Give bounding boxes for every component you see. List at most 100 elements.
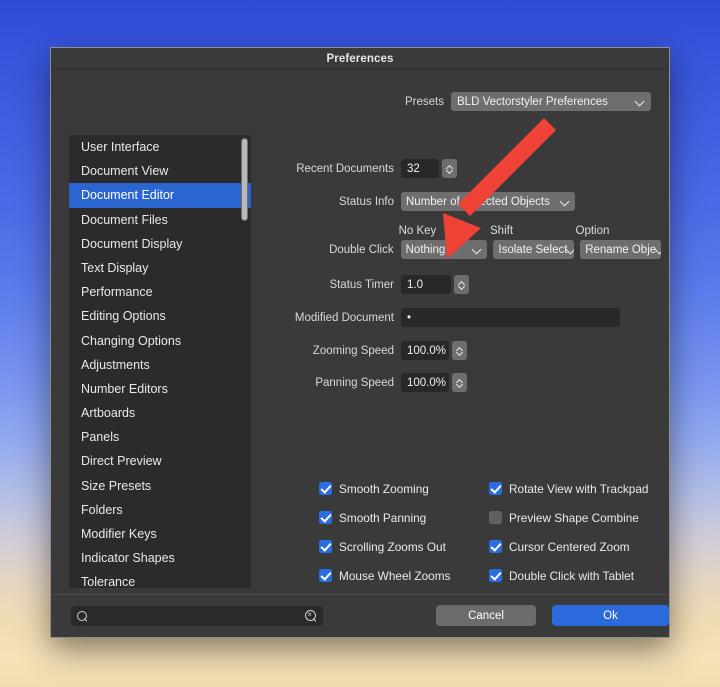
checkbox-cursor-centered-zoom[interactable]: Cursor Centered Zoom (489, 532, 659, 561)
checkbox-box[interactable] (489, 482, 502, 495)
sidebar-item-indicator-shapes[interactable]: Indicator Shapes (69, 546, 251, 570)
sidebar-item-size-presets[interactable]: Size Presets (69, 474, 251, 498)
search-icon (77, 610, 88, 622)
zooming-speed-value: 100.0% (407, 344, 447, 357)
status-info-label: Status Info (339, 195, 394, 208)
preferences-dialog: Preferences Presets BLD Vectorstyler Pre… (50, 47, 670, 638)
checkbox-double-click-with-tablet[interactable]: Double Click with Tablet (489, 561, 659, 590)
sidebar-item-changing-options[interactable]: Changing Options (69, 329, 251, 353)
double-click-shift-dropdown[interactable]: Isolate Select (493, 240, 575, 259)
checkbox-box[interactable] (319, 482, 332, 495)
checkbox-box[interactable] (489, 540, 502, 553)
sidebar-item-document-view[interactable]: Document View (69, 159, 251, 183)
checkbox-smooth-zooming[interactable]: Smooth Zooming (319, 474, 489, 503)
checkbox-rotate-view-with-trackpad[interactable]: Rotate View with Trackpad (489, 474, 659, 503)
double-click-row: Double Click Nothing Isolate Select Rena… (261, 240, 661, 259)
chevron-down-icon[interactable] (457, 351, 463, 355)
column-header-no-key: No Key (398, 225, 437, 237)
panning-speed-label: Panning Speed (315, 376, 394, 389)
checkbox-box[interactable] (489, 569, 502, 582)
status-timer-input[interactable]: 1.0 (401, 275, 451, 294)
sidebar-item-adjustments[interactable]: Adjustments (69, 353, 251, 377)
status-info-row: Status Info Number of Selected Objects (261, 192, 661, 211)
sidebar-item-modifier-keys[interactable]: Modifier Keys (69, 522, 251, 546)
double-click-no-key-value: Nothing (405, 243, 446, 256)
checkbox-label: Rotate View with Trackpad (509, 481, 649, 496)
checkbox-label: Double Click with Tablet (509, 568, 635, 583)
modified-document-row: Modified Document • (261, 308, 661, 327)
recent-documents-value: 32 (407, 162, 420, 175)
chevron-down-icon (636, 97, 645, 106)
column-header-option: Option (575, 225, 610, 237)
chevron-down-icon (473, 245, 482, 254)
checkbox-scrolling-zooms-out[interactable]: Scrolling Zooms Out (319, 532, 489, 561)
sidebar-item-performance[interactable]: Performance (69, 280, 251, 304)
modified-document-input[interactable]: • (401, 308, 620, 327)
checkbox-box[interactable] (319, 569, 332, 582)
double-click-label: Double Click (329, 243, 394, 256)
double-click-option-dropdown[interactable]: Rename Obje (580, 240, 661, 259)
checkbox-label: Smooth Panning (339, 510, 427, 525)
zooming-speed-input[interactable]: 100.0% (401, 341, 449, 360)
status-timer-stepper[interactable] (454, 275, 469, 294)
chevron-down-icon (567, 245, 574, 254)
zooming-speed-stepper[interactable] (452, 341, 467, 360)
status-timer-row: Status Timer 1.0 (261, 275, 661, 294)
status-info-value: Number of Selected Objects (406, 195, 550, 208)
preferences-category-list[interactable]: User Interface Document View Document Ed… (69, 135, 251, 588)
chevron-down-icon (561, 197, 570, 206)
checkbox-box[interactable] (489, 511, 502, 524)
modified-document-label: Modified Document (294, 311, 394, 324)
double-click-option-value: Rename Obje (585, 243, 657, 256)
sidebar-item-user-interface[interactable]: User Interface (69, 135, 251, 159)
sidebar-item-direct-preview[interactable]: Direct Preview (69, 449, 251, 473)
dialog-footer: × Cancel Ok (51, 594, 669, 637)
status-timer-value: 1.0 (407, 278, 423, 291)
double-click-shift-value: Isolate Select (498, 243, 568, 256)
checkbox-preview-shape-combine[interactable]: Preview Shape Combine (489, 503, 659, 532)
search-clear-icon[interactable]: × (305, 610, 317, 622)
checkbox-label: Mouse Wheel Zooms (339, 568, 451, 583)
sidebar-item-artboards[interactable]: Artboards (69, 401, 251, 425)
ok-button[interactable]: Ok (552, 605, 669, 626)
chevron-down-icon[interactable] (457, 383, 463, 387)
sidebar-item-editing-options[interactable]: Editing Options (69, 304, 251, 328)
preferences-search-field[interactable]: × (71, 606, 323, 626)
status-info-dropdown[interactable]: Number of Selected Objects (401, 192, 575, 211)
sidebar-item-folders[interactable]: Folders (69, 498, 251, 522)
double-click-no-key-dropdown[interactable]: Nothing (400, 240, 488, 259)
checkbox-label: Smooth Zooming (339, 481, 429, 496)
column-header-shift: Shift (490, 225, 514, 237)
checkbox-box[interactable] (319, 511, 332, 524)
sidebar-scrollbar-thumb[interactable] (241, 138, 248, 221)
panning-speed-stepper[interactable] (452, 373, 467, 392)
sidebar-item-document-display[interactable]: Document Display (69, 232, 251, 256)
checkbox-mouse-wheel-zooms[interactable]: Mouse Wheel Zooms (319, 561, 489, 590)
presets-label: Presets (405, 95, 444, 108)
presets-dropdown[interactable]: BLD Vectorstyler Preferences (451, 92, 651, 111)
checkbox-box[interactable] (319, 540, 332, 553)
status-timer-label: Status Timer (329, 278, 394, 291)
checkbox-label: Scrolling Zooms Out (339, 539, 446, 554)
checkbox-smooth-panning[interactable]: Smooth Panning (319, 503, 489, 532)
sidebar-item-tolerance[interactable]: Tolerance (69, 570, 251, 588)
panning-speed-value: 100.0% (407, 376, 447, 389)
recent-documents-input[interactable]: 32 (401, 159, 439, 178)
sidebar-item-number-editors[interactable]: Number Editors (69, 377, 251, 401)
recent-documents-stepper[interactable] (442, 159, 457, 178)
sidebar-item-document-editor[interactable]: Document Editor (69, 183, 251, 208)
sidebar-item-document-files[interactable]: Document Files (69, 208, 251, 232)
sidebar-item-panels[interactable]: Panels (69, 425, 251, 449)
recent-documents-label: Recent Documents (296, 162, 394, 175)
cancel-button[interactable]: Cancel (436, 605, 536, 626)
panning-speed-input[interactable]: 100.0% (401, 373, 449, 392)
search-input[interactable] (94, 610, 305, 622)
sidebar-item-text-display[interactable]: Text Display (69, 256, 251, 280)
panning-speed-row: Panning Speed 100.0% (261, 373, 661, 392)
chevron-down-icon[interactable] (459, 285, 465, 289)
chevron-down-icon[interactable] (447, 169, 453, 173)
presets-value: BLD Vectorstyler Preferences (457, 95, 608, 108)
recent-documents-row: Recent Documents 32 (261, 159, 661, 178)
chevron-down-icon (656, 245, 661, 254)
dialog-title: Preferences (326, 52, 394, 65)
